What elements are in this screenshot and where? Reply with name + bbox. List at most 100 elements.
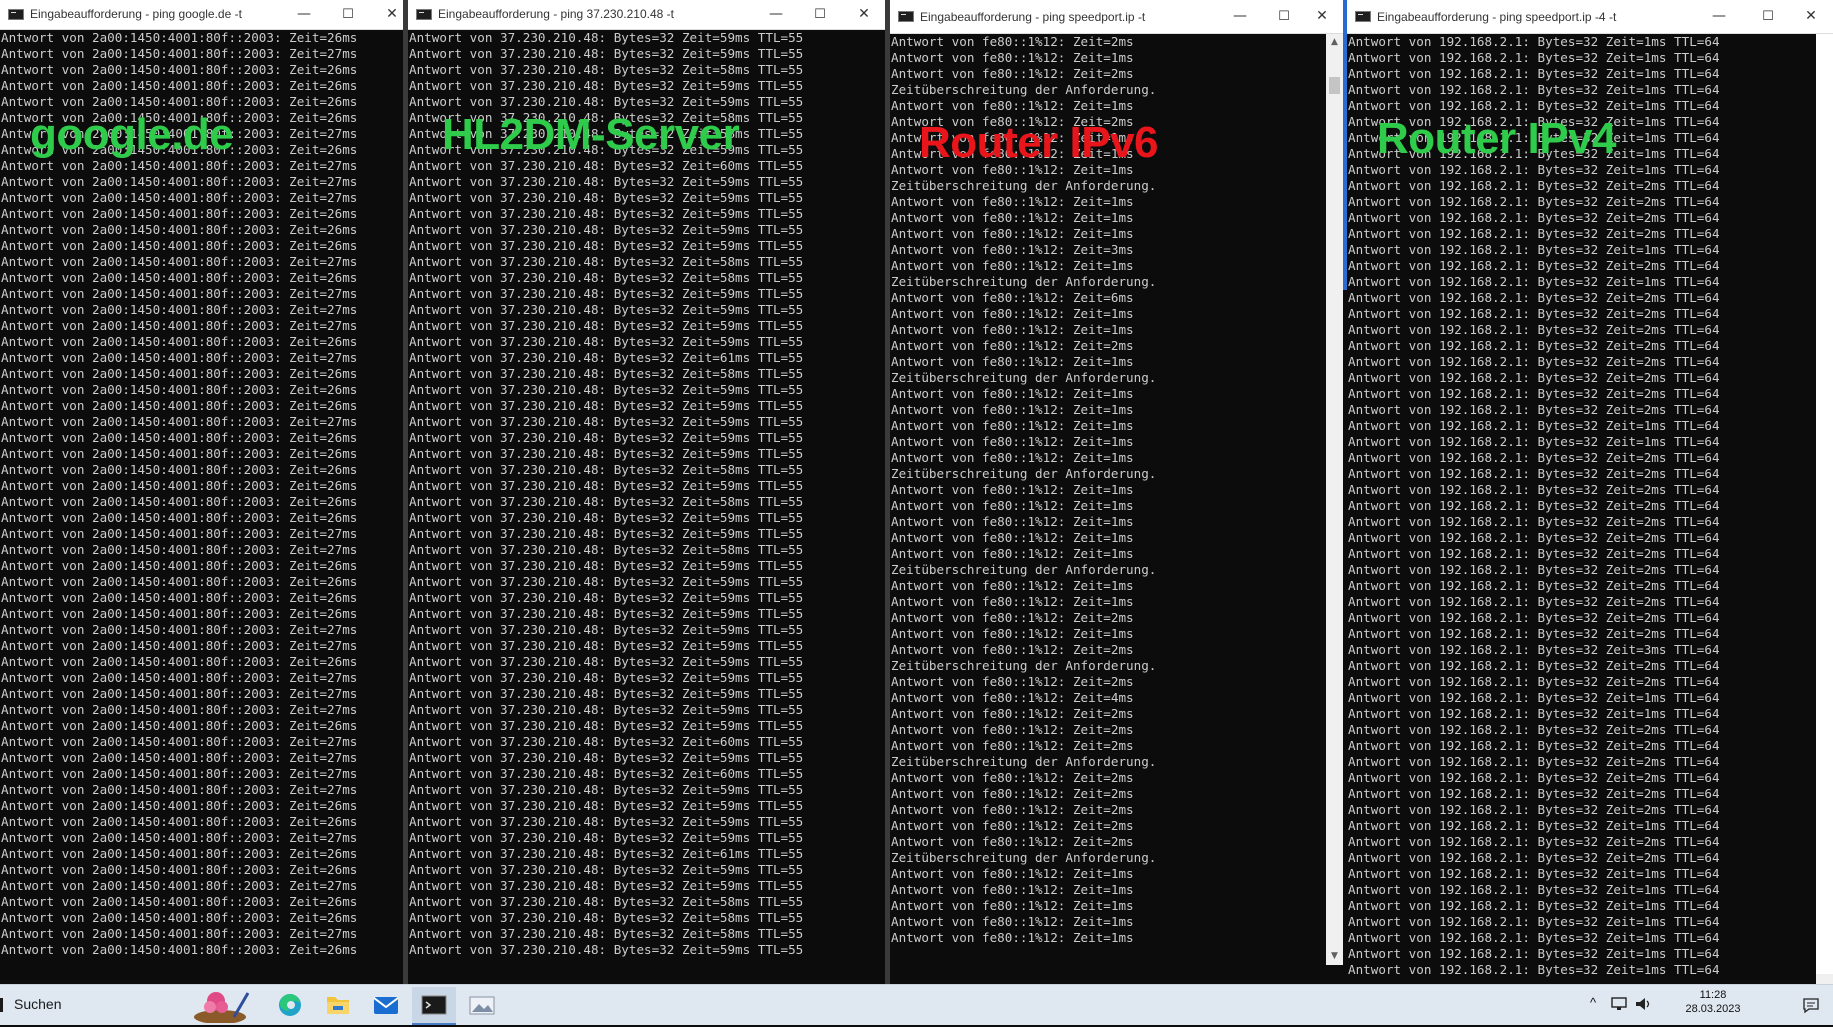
terminal-line: Antwort von fe80::1%12: Zeit=3ms [891, 242, 1134, 257]
terminal-line: Antwort von 37.230.210.48: Bytes=32 Zeit… [409, 270, 804, 285]
terminal-line: Antwort von fe80::1%12: Zeit=2ms [891, 786, 1134, 801]
terminal-line: Antwort von 2a00:1450:4001:80f::2003: Ze… [1, 206, 358, 221]
scrollbar-track[interactable] [1816, 34, 1833, 974]
volume-icon[interactable] [1634, 995, 1652, 1013]
annotation-label: HL2DM-Server [442, 110, 740, 159]
terminal-line: Antwort von 192.168.2.1: Bytes=32 Zeit=2… [1348, 450, 1720, 465]
title-bar[interactable]: Eingabeaufforderung - ping speedport.ip … [1347, 0, 1833, 34]
tray-chevron-icon[interactable]: ^ [1590, 995, 1596, 1010]
terminal-line: Antwort von 37.230.210.48: Bytes=32 Zeit… [409, 46, 804, 61]
terminal-line: Antwort von 192.168.2.1: Bytes=32 Zeit=2… [1348, 514, 1720, 529]
terminal-line: Antwort von 2a00:1450:4001:80f::2003: Ze… [1, 798, 358, 813]
network-icon[interactable] [1610, 995, 1628, 1013]
minimize-button[interactable]: — [754, 0, 798, 29]
console-window-router-ipv6[interactable]: Eingabeaufforderung - ping speedport.ip … [890, 0, 1343, 965]
terminal-line: Zeitüberschreitung der Anforderung. [891, 562, 1157, 577]
terminal-output[interactable]: Antwort von 192.168.2.1: Bytes=32 Zeit=1… [1347, 34, 1816, 984]
photos-icon[interactable] [460, 987, 504, 1023]
maximize-button[interactable]: ☐ [798, 0, 842, 29]
title-bar[interactable]: Eingabeaufforderung - ping google.de -t … [0, 0, 405, 30]
scroll-up-icon[interactable]: ▲ [1326, 34, 1343, 51]
terminal-output[interactable]: Antwort von fe80::1%12: Zeit=2ms Antwort … [890, 34, 1325, 965]
terminal-line: Antwort von 37.230.210.48: Bytes=32 Zeit… [409, 894, 804, 909]
terminal-line: Antwort von 2a00:1450:4001:80f::2003: Ze… [1, 238, 358, 253]
close-button[interactable]: ✕ [842, 0, 886, 29]
terminal-line: Antwort von fe80::1%12: Zeit=1ms [891, 322, 1134, 337]
terminal-line: Antwort von fe80::1%12: Zeit=1ms [891, 498, 1134, 513]
terminal-icon[interactable] [412, 987, 456, 1025]
terminal-line: Antwort von 37.230.210.48: Bytes=32 Zeit… [409, 158, 804, 173]
terminal-line: Antwort von 2a00:1450:4001:80f::2003: Ze… [1, 926, 358, 941]
notification-icon[interactable] [1802, 996, 1820, 1014]
file-explorer-icon[interactable] [316, 987, 360, 1023]
terminal-line: Antwort von 192.168.2.1: Bytes=32 Zeit=2… [1348, 322, 1720, 337]
terminal-line: Antwort von 2a00:1450:4001:80f::2003: Ze… [1, 718, 358, 733]
terminal-line: Antwort von 192.168.2.1: Bytes=32 Zeit=3… [1348, 642, 1720, 657]
terminal-line: Antwort von 192.168.2.1: Bytes=32 Zeit=1… [1348, 962, 1720, 977]
terminal-line: Antwort von fe80::1%12: Zeit=1ms [891, 386, 1134, 401]
mail-icon[interactable] [364, 987, 408, 1023]
terminal-line: Antwort von 2a00:1450:4001:80f::2003: Ze… [1, 558, 358, 573]
console-window-google[interactable]: Eingabeaufforderung - ping google.de -t … [0, 0, 405, 984]
console-icon [416, 9, 432, 20]
terminal-line: Antwort von fe80::1%12: Zeit=2ms [891, 818, 1134, 833]
clock[interactable]: 11:28 28.03.2023 [1676, 985, 1750, 1025]
widget-icon[interactable] [182, 987, 262, 1024]
terminal-line: Antwort von 37.230.210.48: Bytes=32 Zeit… [409, 542, 804, 557]
vertical-scrollbar[interactable]: ▲ ▼ [1326, 34, 1343, 965]
terminal-line: Antwort von fe80::1%12: Zeit=1ms [891, 930, 1134, 945]
console-window-router-ipv4[interactable]: Eingabeaufforderung - ping speedport.ip … [1347, 0, 1833, 984]
terminal-line: Antwort von 37.230.210.48: Bytes=32 Zeit… [409, 30, 804, 45]
terminal-line: Antwort von 192.168.2.1: Bytes=32 Zeit=2… [1348, 226, 1720, 241]
annotation-label: Router IPv4 [1377, 114, 1617, 163]
notification-center[interactable] [1796, 985, 1826, 1025]
terminal-line: Antwort von 2a00:1450:4001:80f::2003: Ze… [1, 94, 358, 109]
terminal-line: Antwort von 2a00:1450:4001:80f::2003: Ze… [1, 766, 358, 781]
console-window-hl2dm[interactable]: Eingabeaufforderung - ping 37.230.210.48… [408, 0, 886, 984]
terminal-output[interactable]: Antwort von 2a00:1450:4001:80f::2003: Ze… [0, 30, 405, 984]
close-button[interactable]: ✕ [370, 0, 405, 29]
terminal-line: Antwort von 192.168.2.1: Bytes=32 Zeit=2… [1348, 594, 1720, 609]
terminal-line: Antwort von 2a00:1450:4001:80f::2003: Ze… [1, 30, 358, 45]
console-icon [1355, 11, 1371, 22]
terminal-line: Antwort von 37.230.210.48: Bytes=32 Zeit… [409, 910, 804, 925]
minimize-button[interactable]: — [1218, 0, 1262, 29]
terminal-line: Antwort von 37.230.210.48: Bytes=32 Zeit… [409, 446, 804, 461]
terminal-line: Antwort von 2a00:1450:4001:80f::2003: Ze… [1, 734, 358, 749]
terminal-line: Antwort von 192.168.2.1: Bytes=32 Zeit=2… [1348, 562, 1720, 577]
title-bar[interactable]: Eingabeaufforderung - ping speedport.ip … [890, 0, 1343, 34]
taskbar-search[interactable]: Suchen [0, 985, 180, 1025]
terminal-line: Antwort von fe80::1%12: Zeit=1ms [891, 898, 1134, 913]
maximize-button[interactable]: ☐ [1746, 0, 1790, 29]
scrollbar-thumb[interactable] [1329, 77, 1340, 94]
terminal-output[interactable]: Antwort von 37.230.210.48: Bytes=32 Zeit… [408, 30, 886, 984]
terminal-line: Antwort von 37.230.210.48: Bytes=32 Zeit… [409, 558, 804, 573]
terminal-line: Antwort von fe80::1%12: Zeit=2ms [891, 738, 1134, 753]
close-button[interactable]: ✕ [1300, 0, 1343, 29]
terminal-line: Antwort von 2a00:1450:4001:80f::2003: Ze… [1, 638, 358, 653]
terminal-line: Antwort von fe80::1%12: Zeit=1ms [891, 434, 1134, 449]
terminal-line: Antwort von fe80::1%12: Zeit=2ms [891, 834, 1134, 849]
terminal-line: Antwort von fe80::1%12: Zeit=1ms [891, 530, 1134, 545]
terminal-line: Antwort von 37.230.210.48: Bytes=32 Zeit… [409, 94, 804, 109]
terminal-line: Antwort von fe80::1%12: Zeit=2ms [891, 770, 1134, 785]
close-button[interactable]: ✕ [1789, 0, 1833, 29]
terminal-line: Antwort von 192.168.2.1: Bytes=32 Zeit=1… [1348, 914, 1720, 929]
console-icon [8, 9, 24, 20]
terminal-line: Antwort von 2a00:1450:4001:80f::2003: Ze… [1, 254, 358, 269]
terminal-line: Antwort von 37.230.210.48: Bytes=32 Zeit… [409, 734, 804, 749]
terminal-line: Antwort von 37.230.210.48: Bytes=32 Zeit… [409, 654, 804, 669]
scroll-down-icon[interactable]: ▼ [1326, 948, 1343, 965]
terminal-line: Antwort von 192.168.2.1: Bytes=32 Zeit=2… [1348, 530, 1720, 545]
minimize-button[interactable]: — [282, 0, 326, 29]
terminal-line: Antwort von 192.168.2.1: Bytes=32 Zeit=2… [1348, 834, 1720, 849]
terminal-line: Antwort von 192.168.2.1: Bytes=32 Zeit=2… [1348, 386, 1720, 401]
title-bar[interactable]: Eingabeaufforderung - ping 37.230.210.48… [408, 0, 886, 30]
terminal-line: Antwort von 37.230.210.48: Bytes=32 Zeit… [409, 606, 804, 621]
edge-icon[interactable] [268, 987, 312, 1023]
terminal-line: Antwort von fe80::1%12: Zeit=1ms [891, 914, 1134, 929]
vertical-scrollbar[interactable] [1816, 34, 1833, 984]
terminal-line: Antwort von 37.230.210.48: Bytes=32 Zeit… [409, 670, 804, 685]
maximize-button[interactable]: ☐ [326, 0, 370, 29]
minimize-button[interactable]: — [1697, 0, 1741, 29]
